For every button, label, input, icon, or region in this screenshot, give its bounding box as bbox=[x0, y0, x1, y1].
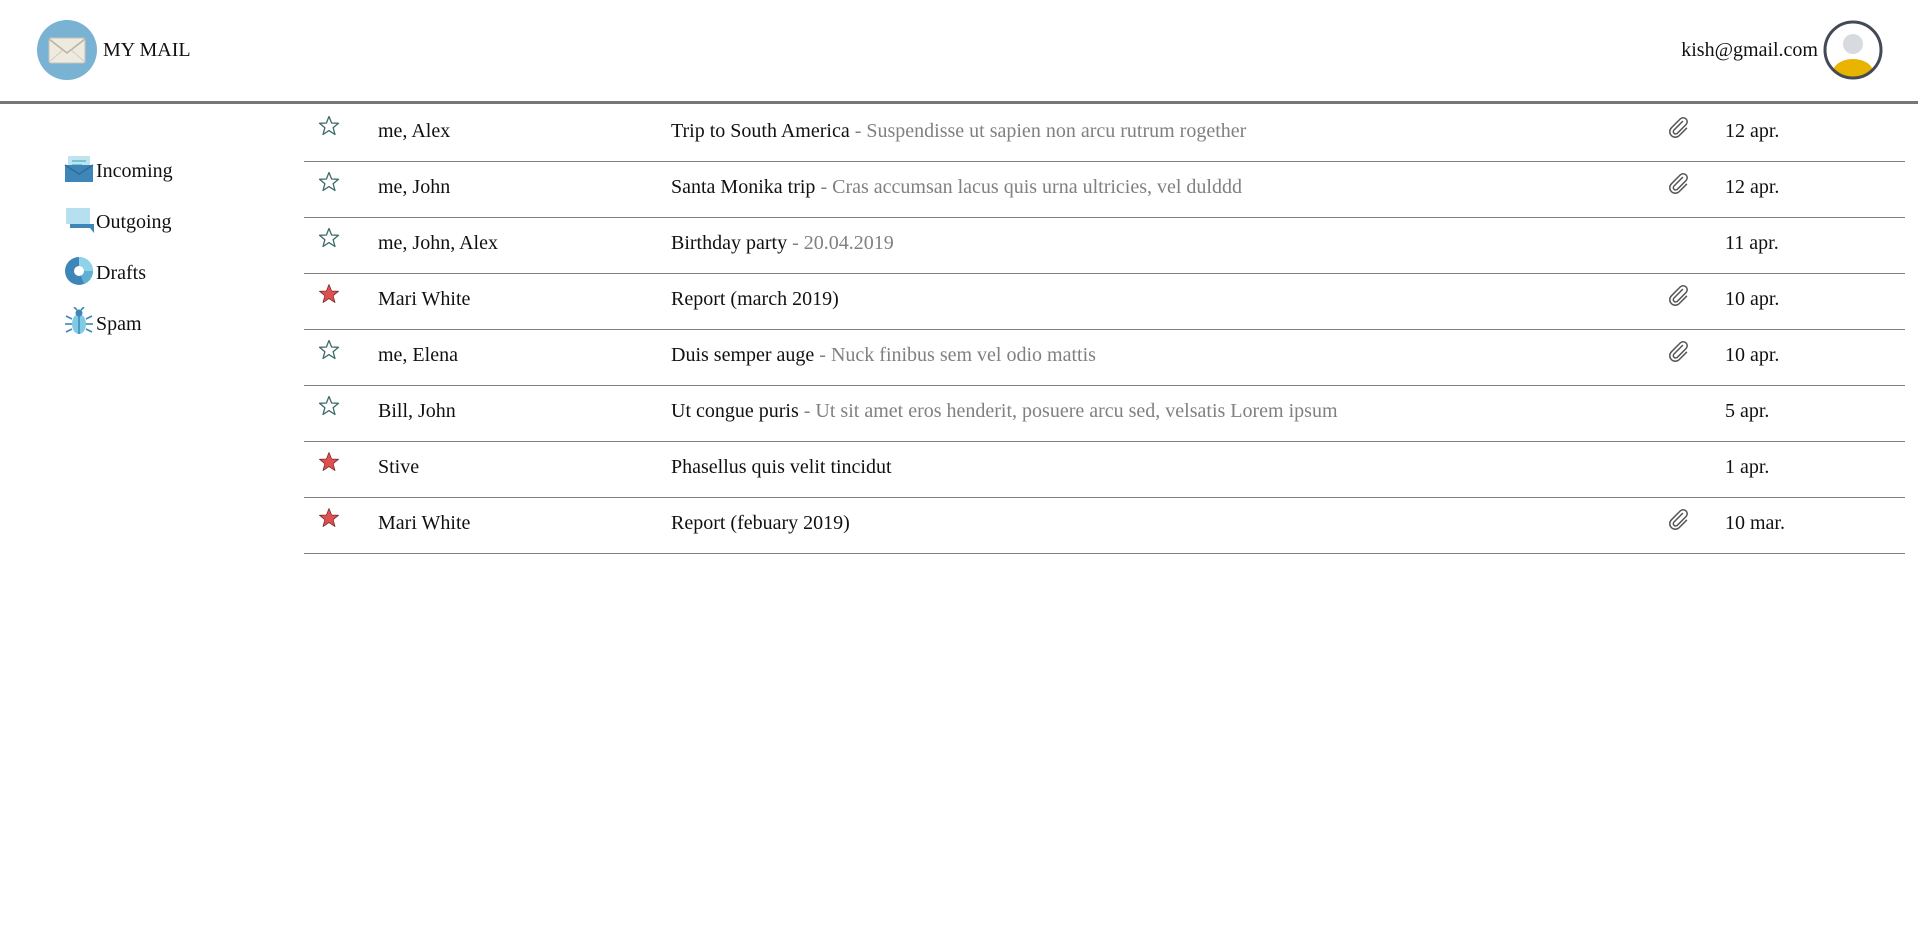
email-date: 10 apr. bbox=[1725, 288, 1780, 310]
sidebar-item-label: Drafts bbox=[96, 262, 146, 284]
email-preview: - Nuck finibus sem vel odio mattis bbox=[814, 344, 1096, 366]
email-subject: Phasellus quis velit tincidut bbox=[671, 456, 892, 478]
sidebar-item-label: Incoming bbox=[96, 160, 173, 182]
star-icon[interactable] bbox=[318, 395, 340, 417]
email-sender: Mari White bbox=[378, 288, 471, 310]
envelope-icon[interactable] bbox=[37, 20, 97, 80]
email-sender: Mari White bbox=[378, 512, 471, 534]
email-preview: - Cras accumsan lacus quis urna ultricie… bbox=[815, 176, 1242, 198]
app-header: MY MAIL kish@gmail.com bbox=[0, 0, 1918, 104]
email-preview: - 20.04.2019 bbox=[787, 232, 894, 254]
app-title: MY MAIL bbox=[103, 39, 191, 61]
email-sender: me, John, Alex bbox=[378, 232, 498, 254]
paperclip-icon bbox=[1666, 171, 1690, 195]
star-icon[interactable] bbox=[318, 115, 340, 137]
sidebar-item-drafts[interactable]: Drafts bbox=[64, 256, 264, 307]
sidebar-item-incoming[interactable]: Incoming bbox=[64, 154, 264, 205]
spam-bug-icon bbox=[64, 306, 94, 337]
email-subject: Santa Monika trip bbox=[671, 176, 816, 198]
email-sender: Bill, John bbox=[378, 400, 456, 422]
star-icon[interactable] bbox=[318, 227, 340, 249]
email-preview: - Ut sit amet eros henderit, posuere arc… bbox=[798, 400, 1338, 422]
email-list: me, Alex Trip to South America - Suspend… bbox=[304, 106, 1905, 554]
email-subject-line: Santa Monika trip - Cras accumsan lacus … bbox=[671, 176, 1242, 198]
star-icon[interactable] bbox=[318, 507, 340, 529]
inbox-icon bbox=[64, 154, 94, 184]
email-subject-line: Report (febuary 2019) bbox=[671, 512, 850, 534]
email-date: 11 apr. bbox=[1725, 232, 1779, 254]
sidebar-item-spam[interactable]: Spam bbox=[64, 306, 264, 358]
star-icon[interactable] bbox=[318, 283, 340, 305]
sidebar-item-label: Outgoing bbox=[96, 211, 172, 233]
email-row[interactable]: me, Elena Duis semper auge - Nuck finibu… bbox=[304, 330, 1905, 386]
outbox-icon bbox=[64, 205, 94, 235]
sidebar-item-label: Spam bbox=[96, 313, 142, 335]
user-avatar-icon[interactable] bbox=[1823, 20, 1883, 80]
email-date: 1 apr. bbox=[1725, 456, 1770, 478]
email-date: 10 mar. bbox=[1725, 512, 1785, 534]
email-sender: Stive bbox=[378, 456, 420, 478]
email-subject: Report (march 2019) bbox=[671, 288, 839, 310]
email-subject-line: Duis semper auge - Nuck finibus sem vel … bbox=[671, 344, 1096, 366]
paperclip-icon bbox=[1666, 507, 1690, 531]
email-subject: Report (febuary 2019) bbox=[671, 512, 850, 534]
email-row[interactable]: Stive Phasellus quis velit tincidut 1 ap… bbox=[304, 442, 1905, 498]
sidebar-item-outgoing[interactable]: Outgoing bbox=[64, 205, 264, 256]
star-icon[interactable] bbox=[318, 451, 340, 473]
star-icon[interactable] bbox=[318, 339, 340, 361]
user-email[interactable]: kish@gmail.com bbox=[1681, 38, 1818, 62]
paperclip-icon bbox=[1666, 339, 1690, 363]
email-date: 12 apr. bbox=[1725, 120, 1780, 142]
email-row[interactable]: Mari White Report (march 2019) 10 apr. bbox=[304, 274, 1905, 330]
email-subject-line: Phasellus quis velit tincidut bbox=[671, 456, 892, 478]
email-row[interactable]: me, Alex Trip to South America - Suspend… bbox=[304, 106, 1905, 162]
email-subject: Duis semper auge bbox=[671, 344, 815, 366]
email-preview: - Suspendisse ut sapien non arcu rutrum … bbox=[849, 120, 1247, 142]
email-subject-line: Birthday party - 20.04.2019 bbox=[671, 232, 894, 254]
email-date: 5 apr. bbox=[1725, 400, 1770, 422]
paperclip-icon bbox=[1666, 283, 1690, 307]
email-subject: Ut congue puris bbox=[671, 400, 799, 422]
email-sender: me, John bbox=[378, 176, 451, 198]
sidebar-nav: Incoming Outgoing Drafts Spam bbox=[64, 154, 264, 358]
email-row[interactable]: me, John, Alex Birthday party - 20.04.20… bbox=[304, 218, 1905, 274]
email-subject-line: Report (march 2019) bbox=[671, 288, 839, 310]
email-row[interactable]: me, John Santa Monika trip - Cras accums… bbox=[304, 162, 1905, 218]
email-row[interactable]: Mari White Report (febuary 2019) 10 mar. bbox=[304, 498, 1905, 554]
star-icon[interactable] bbox=[318, 171, 340, 193]
email-subject-line: Ut congue puris - Ut sit amet eros hende… bbox=[671, 400, 1338, 422]
drafts-icon bbox=[64, 256, 94, 286]
email-subject: Birthday party bbox=[671, 232, 788, 254]
email-sender: me, Elena bbox=[378, 344, 458, 366]
paperclip-icon bbox=[1666, 115, 1690, 139]
email-subject-line: Trip to South America - Suspendisse ut s… bbox=[671, 120, 1246, 142]
email-date: 10 apr. bbox=[1725, 344, 1780, 366]
email-sender: me, Alex bbox=[378, 120, 451, 142]
email-subject: Trip to South America bbox=[671, 120, 850, 142]
email-date: 12 apr. bbox=[1725, 176, 1780, 198]
email-row[interactable]: Bill, John Ut congue puris - Ut sit amet… bbox=[304, 386, 1905, 442]
